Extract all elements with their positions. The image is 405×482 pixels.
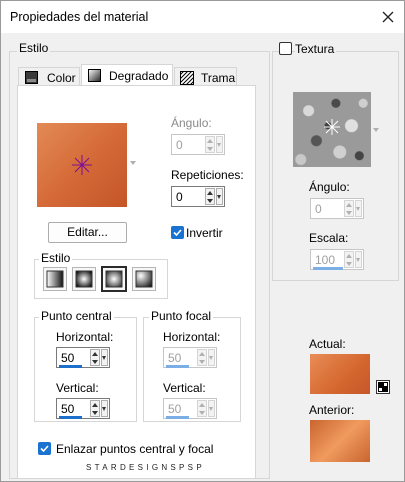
repetitions-dropdown[interactable]	[216, 188, 223, 205]
link-points-label: Enlazar puntos central y focal	[56, 442, 214, 456]
rectangular-gradient-icon	[75, 270, 93, 288]
repetitions-spinner[interactable]: 0	[171, 186, 225, 207]
central-vertical-value: 50	[61, 402, 75, 416]
central-horizontal-level	[59, 365, 82, 368]
angle-spinner[interactable]: 0	[171, 134, 225, 155]
dialog-title: Propiedades del material	[10, 10, 149, 24]
center-point-icon	[72, 155, 92, 175]
angle-dropdown[interactable]	[216, 136, 223, 153]
linear-style-button[interactable]	[43, 267, 67, 291]
tab-gradient-label: Degradado	[109, 69, 169, 83]
focal-point-label: Punto focal	[149, 309, 214, 323]
tab-gradient[interactable]: Degradado	[81, 64, 173, 87]
repetitions-label: Repeticiones:	[171, 168, 244, 182]
angle-stepper[interactable]	[205, 136, 215, 153]
angle-value: 0	[176, 138, 183, 152]
scale-spinner[interactable]: 100	[310, 249, 364, 270]
focal-vertical-spinner[interactable]: 50	[163, 398, 217, 419]
central-vertical-level	[59, 416, 82, 419]
focal-vertical-stepper[interactable]	[197, 400, 207, 417]
central-horizontal-label: Horizontal:	[56, 330, 114, 344]
central-horizontal-value: 50	[61, 351, 75, 365]
invert-label: Invertir	[186, 226, 223, 240]
central-point-label: Punto central	[39, 309, 114, 323]
texture-angle-value: 0	[315, 202, 322, 216]
focal-horizontal-dropdown[interactable]	[208, 349, 215, 366]
scale-value: 100	[315, 253, 336, 267]
focal-vertical-level	[166, 416, 189, 419]
gradient-tab-icon	[88, 69, 101, 82]
central-vertical-stepper[interactable]	[90, 400, 100, 417]
title-bar: Propiedades del material	[1, 1, 404, 33]
texture-dropdown-icon[interactable]	[373, 128, 379, 132]
focal-vertical-label: Vertical:	[163, 381, 206, 395]
color-tab-icon	[25, 71, 38, 84]
current-swatch[interactable]	[310, 354, 370, 394]
invert-checkbox[interactable]	[171, 226, 184, 239]
angle-label: Ángulo:	[171, 116, 212, 130]
radial-style-button[interactable]	[132, 267, 156, 291]
radial-gradient-icon	[135, 270, 153, 288]
focal-vertical-dropdown[interactable]	[208, 400, 215, 417]
focal-vertical-value: 50	[168, 402, 182, 416]
central-vertical-spinner[interactable]: 50	[56, 398, 110, 419]
tab-color-label: Color	[47, 71, 76, 85]
central-horizontal-dropdown[interactable]	[101, 349, 108, 366]
focal-horizontal-value: 50	[168, 351, 182, 365]
texture-label: Textura	[295, 42, 337, 56]
focal-horizontal-level	[166, 365, 189, 368]
style-section-label: Estilo	[17, 41, 51, 55]
tab-pattern-label: Trama	[201, 71, 236, 85]
style-group-label: Estilo	[39, 251, 73, 265]
close-icon[interactable]	[378, 7, 398, 27]
texture-checkbox[interactable]	[279, 42, 292, 55]
previous-swatch[interactable]	[310, 420, 370, 462]
texture-preview[interactable]	[293, 92, 371, 167]
scale-label: Escala:	[309, 231, 349, 245]
material-properties-dialog: Propiedades del material Estilo Color De…	[0, 0, 405, 482]
texture-angle-label: Ángulo:	[309, 180, 350, 194]
gradient-dropdown-icon[interactable]	[130, 161, 136, 165]
texture-center-icon	[324, 119, 340, 135]
tab-color[interactable]: Color	[18, 67, 80, 87]
sunburst-gradient-icon	[105, 270, 123, 288]
central-vertical-dropdown[interactable]	[101, 400, 108, 417]
checkmark-icon	[40, 445, 49, 453]
gradient-preview[interactable]	[37, 123, 127, 207]
focal-horizontal-label: Horizontal:	[163, 330, 221, 344]
repetitions-stepper[interactable]	[205, 188, 215, 205]
texture-angle-spinner[interactable]: 0	[310, 198, 364, 219]
current-label: Actual:	[309, 337, 346, 351]
linear-gradient-icon	[46, 270, 64, 288]
repetitions-value: 0	[176, 190, 183, 204]
edit-button[interactable]: Editar...	[48, 222, 127, 243]
central-horizontal-stepper[interactable]	[90, 349, 100, 366]
scale-dropdown[interactable]	[355, 251, 362, 268]
central-vertical-label: Vertical:	[56, 381, 99, 395]
scale-stepper[interactable]	[344, 251, 354, 268]
texture-angle-dropdown[interactable]	[355, 200, 362, 217]
central-horizontal-spinner[interactable]: 50	[56, 347, 110, 368]
sunburst-style-button[interactable]	[101, 266, 127, 292]
focal-horizontal-stepper[interactable]	[197, 349, 207, 366]
focal-horizontal-spinner[interactable]: 50	[163, 347, 217, 368]
watermark-text: STARDESIGNSPSP	[86, 463, 205, 472]
swap-colors-icon[interactable]	[376, 380, 390, 394]
checkmark-icon	[173, 229, 182, 237]
link-points-checkbox[interactable]	[38, 442, 51, 455]
previous-label: Anterior:	[309, 403, 355, 417]
rectangular-style-button[interactable]	[72, 267, 96, 291]
tab-pattern[interactable]: Trama	[174, 67, 237, 87]
scale-level	[313, 267, 343, 270]
texture-angle-stepper[interactable]	[344, 200, 354, 217]
pattern-tab-icon	[180, 71, 194, 85]
